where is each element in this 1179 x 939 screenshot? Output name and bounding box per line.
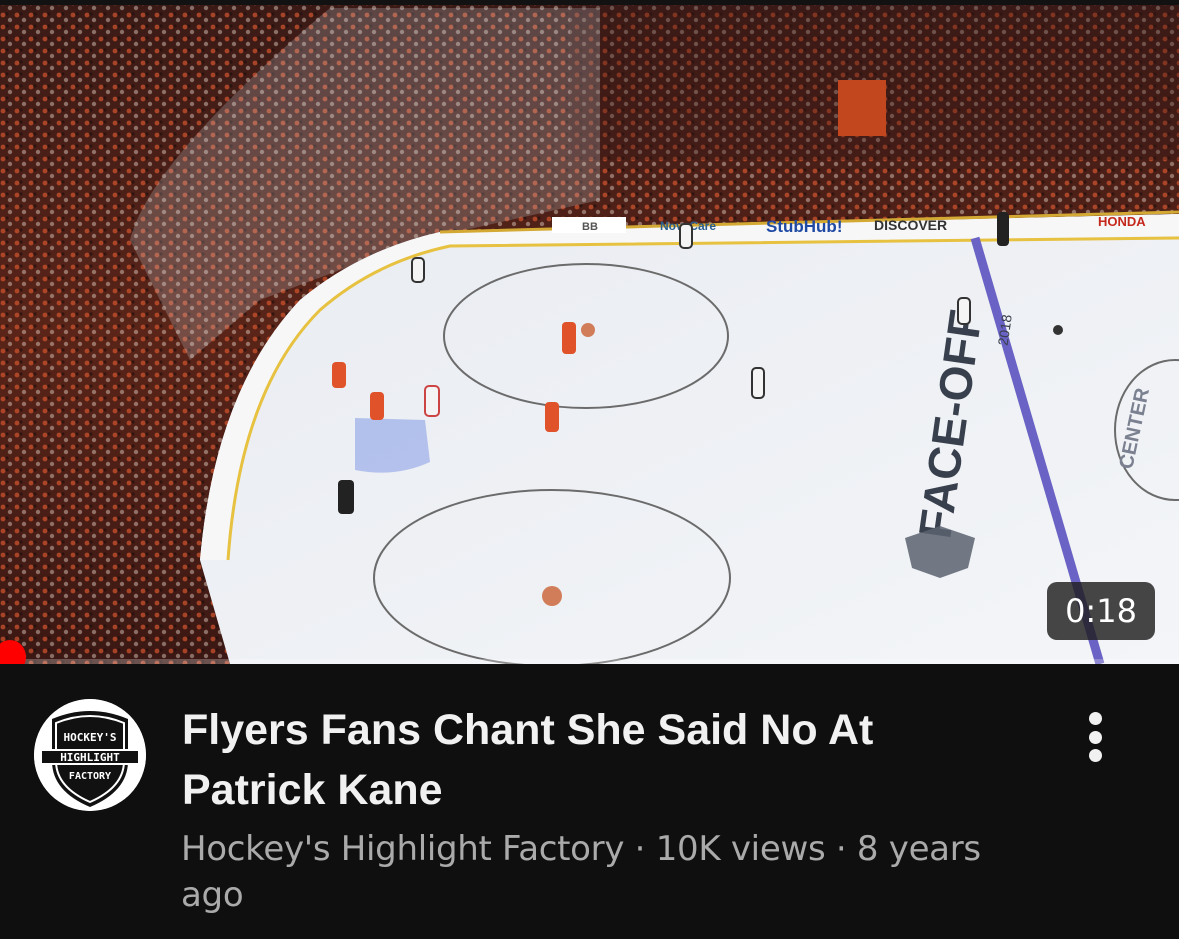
video-card[interactable]: BB NovaCare StubHub! DISCOVER HONDA FACE… xyxy=(0,0,1179,939)
svg-text:BB: BB xyxy=(582,221,598,233)
video-meta: HOCKEY'S HIGHLIGHT FACTORY Flyers Fans C… xyxy=(0,664,1179,939)
svg-text:StubHub!: StubHub! xyxy=(766,217,842,236)
view-count: 10K views xyxy=(655,829,826,869)
svg-text:HIGHLIGHT: HIGHLIGHT xyxy=(60,751,120,764)
svg-text:FACTORY: FACTORY xyxy=(69,771,111,782)
svg-text:HOCKEY'S: HOCKEY'S xyxy=(64,731,117,744)
svg-text:HONDA: HONDA xyxy=(1098,214,1146,229)
separator: · xyxy=(825,829,857,869)
top-edge xyxy=(0,0,1179,5)
duration-badge: 0:18 xyxy=(1047,582,1155,640)
svg-text:DISCOVER: DISCOVER xyxy=(874,217,947,233)
video-thumbnail[interactable]: BB NovaCare StubHub! DISCOVER HONDA FACE… xyxy=(0,0,1179,664)
vertical-ellipsis-icon xyxy=(1088,712,1102,725)
video-subline: Hockey's Highlight Factory · 10K views ·… xyxy=(181,826,1031,918)
channel-logo: HOCKEY'S HIGHLIGHT FACTORY xyxy=(34,699,146,811)
more-options-button[interactable] xyxy=(1072,704,1118,770)
vertical-ellipsis-icon xyxy=(1088,730,1102,744)
channel-name[interactable]: Hockey's Highlight Factory xyxy=(181,829,624,869)
separator: · xyxy=(624,829,656,869)
vertical-ellipsis-icon xyxy=(1088,749,1102,762)
video-title[interactable]: Flyers Fans Chant She Said No At Patrick… xyxy=(182,700,1012,820)
hockey-rink-image: BB NovaCare StubHub! DISCOVER HONDA FACE… xyxy=(0,0,1179,664)
channel-avatar[interactable]: HOCKEY'S HIGHLIGHT FACTORY xyxy=(34,699,146,811)
